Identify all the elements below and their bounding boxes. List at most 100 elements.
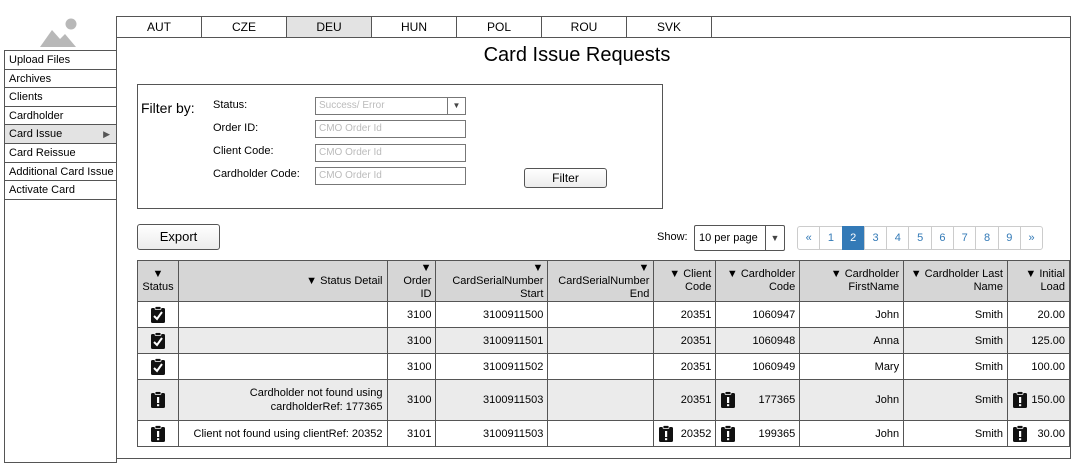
check-icon <box>150 305 165 323</box>
alert-icon <box>150 424 165 442</box>
per-page-value: 10 per page <box>699 232 758 244</box>
tab-svk[interactable]: SVK <box>627 17 712 37</box>
sidebar-item-label: Upload Files <box>9 54 71 66</box>
show-label: Show: <box>657 231 688 243</box>
last-name-cell: Smith <box>903 353 1008 380</box>
serial-start-cell: 3100911501 <box>435 327 549 354</box>
column-header-serial-start[interactable]: ▼ CardSerialNumber Start <box>435 260 549 302</box>
page-title: Card Issue Requests <box>483 44 671 66</box>
column-header-label: Cardholder Last Name <box>924 268 1003 293</box>
column-header-status-detail[interactable]: ▼ Status Detail <box>177 260 388 302</box>
sidebar-item-clients[interactable]: Clients <box>5 88 116 107</box>
pagination-page-3[interactable]: 3 <box>863 226 888 250</box>
sort-icon: ▼ <box>638 261 650 274</box>
tab-deu[interactable]: DEU <box>287 17 372 37</box>
table-row[interactable]: Client not found using clientRef: 20352 … <box>137 420 1071 447</box>
pagination-next[interactable]: » <box>1019 226 1044 250</box>
sidebar-item-label: Card Reissue <box>9 146 76 159</box>
first-name-cell: Mary <box>799 353 905 380</box>
sort-icon: ▼ <box>726 268 738 280</box>
status-detail-cell: Client not found using clientRef: 20352 <box>177 420 388 447</box>
client-code-input[interactable]: CMO Order Id <box>315 144 466 162</box>
pagination-page-1[interactable]: 1 <box>819 226 843 250</box>
column-header-client-code[interactable]: ▼ Client Code <box>653 260 717 302</box>
sort-icon: ▼ <box>420 261 432 274</box>
last-name-cell: Smith <box>903 379 1008 421</box>
last-name-cell: Smith <box>903 420 1008 447</box>
tab-aut[interactable]: AUT <box>117 17 202 37</box>
tab-pol[interactable]: POL <box>457 17 542 37</box>
column-header-order-id[interactable]: ▼ Order ID <box>386 260 437 302</box>
status-detail-cell <box>177 353 388 380</box>
export-button[interactable]: Export <box>137 224 220 250</box>
status-select-value: Success/ Error <box>319 100 385 111</box>
alert-icon <box>659 424 674 442</box>
per-page-select[interactable]: 10 per page ▼ <box>694 225 785 251</box>
table-row[interactable]: 3100 3100911502 20351 1060949 Mary Smith… <box>137 353 1071 380</box>
dropdown-arrow-icon: ▼ <box>765 226 784 250</box>
sidebar-item-card-reissue[interactable]: Card Reissue <box>5 144 116 163</box>
column-header-first-name[interactable]: ▼ Cardholder FirstName <box>799 260 905 302</box>
column-header-serial-end[interactable]: ▼ CardSerialNumber End <box>547 260 655 302</box>
pagination-page-4[interactable]: 4 <box>886 226 910 250</box>
table-row[interactable]: 3100 3100911500 20351 1060947 John Smith… <box>137 301 1071 328</box>
order-id-cell: 3100 <box>386 379 437 421</box>
first-name-cell: John <box>799 301 905 328</box>
sidebar-item-card-issue[interactable]: Card Issue ▶ <box>5 125 116 144</box>
status-select[interactable]: Success/ Error ▼ <box>315 97 466 115</box>
sidebar-item-archives[interactable]: Archives <box>5 70 116 89</box>
filter-heading: Filter by: <box>141 100 195 116</box>
column-header-last-name[interactable]: ▼ Cardholder Last Name <box>903 260 1008 302</box>
column-header-initial-load[interactable]: ▼ Initial Load <box>1006 260 1071 302</box>
main-panel: Card Issue Requests Filter by: Status: S… <box>116 38 1071 459</box>
alert-icon <box>721 424 736 442</box>
tab-rou[interactable]: ROU <box>542 17 627 37</box>
pagination-page-6[interactable]: 6 <box>930 226 955 250</box>
order-id-input[interactable]: CMO Order Id <box>315 120 466 138</box>
table-row[interactable]: Cardholder not found using cardholderRef… <box>137 379 1071 421</box>
filter-panel: Filter by: Status: Success/ Error ▼ Orde… <box>137 84 663 209</box>
check-icon <box>150 357 165 375</box>
serial-end-cell <box>547 420 655 447</box>
filter-button[interactable]: Filter <box>524 168 607 188</box>
pagination-page-8[interactable]: 8 <box>975 226 999 250</box>
pagination-page-7[interactable]: 7 <box>953 226 977 250</box>
column-header-cardholder-code[interactable]: ▼ Cardholder Code <box>715 260 801 302</box>
initial-load-cell: 100.00 <box>1006 353 1071 380</box>
table-row[interactable]: 3100 3100911501 20351 1060948 Anna Smith… <box>137 327 1071 354</box>
pagination-page-9[interactable]: 9 <box>997 226 1021 250</box>
cardholder-code-cell: 199365 <box>715 420 801 447</box>
first-name-cell: John <box>799 379 905 421</box>
alert-icon <box>1012 424 1027 442</box>
client-code-cell: 20351 <box>653 327 717 354</box>
client-code-cell: 20351 <box>653 353 717 380</box>
sidebar: Upload Files Archives Clients Cardholder… <box>4 50 117 463</box>
tab-cze[interactable]: CZE <box>202 17 287 37</box>
sidebar-item-label: Activate Card <box>9 184 76 197</box>
status-cell <box>137 353 179 380</box>
sidebar-item-label: Cardholder <box>9 109 64 122</box>
pagination-page-5[interactable]: 5 <box>908 226 932 250</box>
initial-load-cell: 30.00 <box>1006 420 1071 447</box>
alert-icon <box>721 391 736 408</box>
sidebar-item-activate-card[interactable]: Activate Card <box>5 181 116 200</box>
cardholder-code-cell: 1060949 <box>715 353 801 380</box>
order-id-cell: 3101 <box>386 420 437 447</box>
column-header-label: Status <box>142 281 174 293</box>
column-header-status[interactable]: ▼ Status <box>137 260 179 302</box>
cardholder-code-cell: 1060947 <box>715 301 801 328</box>
sidebar-item-additional-card-issue[interactable]: Additional Card Issue <box>5 163 116 182</box>
sidebar-item-label: Additional Card Issue <box>9 165 114 178</box>
client-code-cell: 20351 <box>653 379 717 421</box>
status-detail-cell: Cardholder not found using cardholderRef… <box>177 379 388 421</box>
status-detail-cell <box>177 301 388 328</box>
sidebar-item-cardholder[interactable]: Cardholder <box>5 107 116 126</box>
pagination-prev[interactable]: « <box>797 226 821 250</box>
first-name-cell: Anna <box>799 327 905 354</box>
tab-hun[interactable]: HUN <box>372 17 457 37</box>
pagination-page-2[interactable]: 2 <box>841 226 865 250</box>
client-code-cell: 20352 <box>653 420 717 447</box>
cardholder-code-input[interactable]: CMO Order Id <box>315 167 466 185</box>
sidebar-item-upload-files[interactable]: Upload Files <box>5 51 116 70</box>
logo-placeholder-icon <box>40 18 77 47</box>
